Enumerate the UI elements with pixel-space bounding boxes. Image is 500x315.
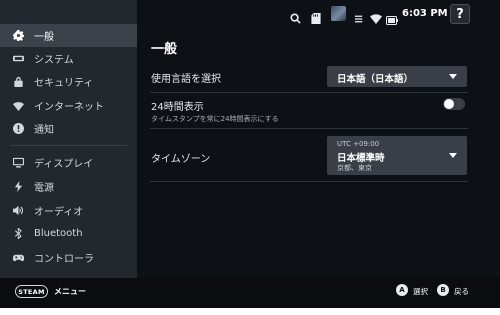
sidebar-item-notifications[interactable]: 通知	[0, 117, 137, 140]
row-divider	[150, 181, 468, 182]
sidebar-item-label: セキュリティ	[34, 78, 94, 89]
sidebar-item-security[interactable]: セキュリティ	[0, 70, 137, 93]
sidebar-item-label: インターネット	[34, 102, 104, 113]
bluetooth-icon	[12, 228, 24, 240]
help-button[interactable]: ?	[450, 4, 470, 24]
timezone-label: タイムゾーン	[151, 154, 211, 165]
chevron-down-icon	[449, 153, 457, 158]
storage-icon	[311, 9, 321, 28]
wifi-icon	[12, 100, 24, 112]
sidebar-item-controller[interactable]: コントローラ	[0, 246, 137, 269]
screen: 一般 システム セキュリティ インターネット 通知 ディスプレイ 電源 オーディ…	[0, 0, 500, 315]
page-title: 一般	[151, 42, 178, 57]
monitor-icon	[12, 157, 24, 169]
b-button-icon[interactable]: B	[437, 284, 449, 296]
sidebar-item-label: オーディオ	[34, 207, 84, 218]
sidebar-item-label: 通知	[34, 125, 54, 136]
sidebar-item-label: システム	[34, 55, 74, 66]
menu-label: メニュー	[54, 287, 86, 296]
steam-button[interactable]: STEAM	[15, 285, 48, 298]
bolt-icon	[12, 181, 24, 193]
sidebar: 一般 システム セキュリティ インターネット 通知 ディスプレイ 電源 オーディ…	[0, 0, 137, 278]
sidebar-item-label: ディスプレイ	[34, 159, 94, 170]
row-divider	[150, 128, 468, 129]
sidebar-item-audio[interactable]: オーディオ	[0, 199, 137, 222]
back-hint: 戻る	[454, 287, 469, 296]
sidebar-item-label: コントローラ	[34, 254, 94, 265]
screen-border	[0, 308, 500, 315]
system-icon	[12, 53, 24, 65]
battery-icon	[386, 10, 398, 29]
clock: 6:03 PM	[402, 8, 448, 19]
toggle-knob	[444, 99, 454, 109]
sidebar-item-internet[interactable]: インターネット	[0, 94, 137, 117]
a-button-icon[interactable]: A	[396, 284, 408, 296]
sidebar-item-label: 一般	[34, 32, 54, 43]
timezone-cities: 京都、東京	[337, 164, 372, 172]
timezone-value: 日本標準時	[337, 153, 385, 164]
sidebar-item-label: 電源	[34, 183, 54, 194]
gamepad-icon	[12, 252, 24, 264]
timezone-offset: UTC +09:00	[337, 140, 380, 148]
sidebar-item-label: Bluetooth	[34, 228, 83, 239]
chevron-down-icon	[449, 74, 457, 79]
select-hint: 選択	[413, 287, 428, 296]
sidebar-item-system[interactable]: システム	[0, 47, 137, 70]
sidebar-item-display[interactable]: ディスプレイ	[0, 151, 137, 174]
language-dropdown[interactable]: 日本語（日本語）	[327, 66, 467, 87]
row-divider	[150, 92, 468, 93]
sidebar-item-power[interactable]: 電源	[0, 175, 137, 198]
clock24-toggle[interactable]	[443, 98, 465, 110]
gear-icon	[12, 30, 24, 42]
search-icon[interactable]	[290, 9, 301, 28]
avatar[interactable]	[331, 6, 346, 21]
sidebar-divider	[10, 145, 127, 146]
sidebar-item-general[interactable]: 一般	[0, 24, 137, 47]
clock24-description: タイムスタンプを常に24時間表示にする	[151, 115, 279, 123]
sidebar-item-bluetooth[interactable]: Bluetooth	[0, 222, 137, 245]
sound-icon	[354, 9, 365, 28]
wifi-icon	[370, 9, 382, 28]
language-label: 使用言語を選択	[151, 74, 221, 85]
timezone-dropdown[interactable]: UTC +09:00 日本標準時 京都、東京	[327, 136, 467, 175]
speaker-icon	[12, 205, 24, 217]
alert-icon	[12, 123, 24, 135]
lock-icon	[12, 76, 24, 88]
clock24-label: 24時間表示	[151, 102, 204, 113]
language-value: 日本語（日本語）	[337, 74, 414, 85]
